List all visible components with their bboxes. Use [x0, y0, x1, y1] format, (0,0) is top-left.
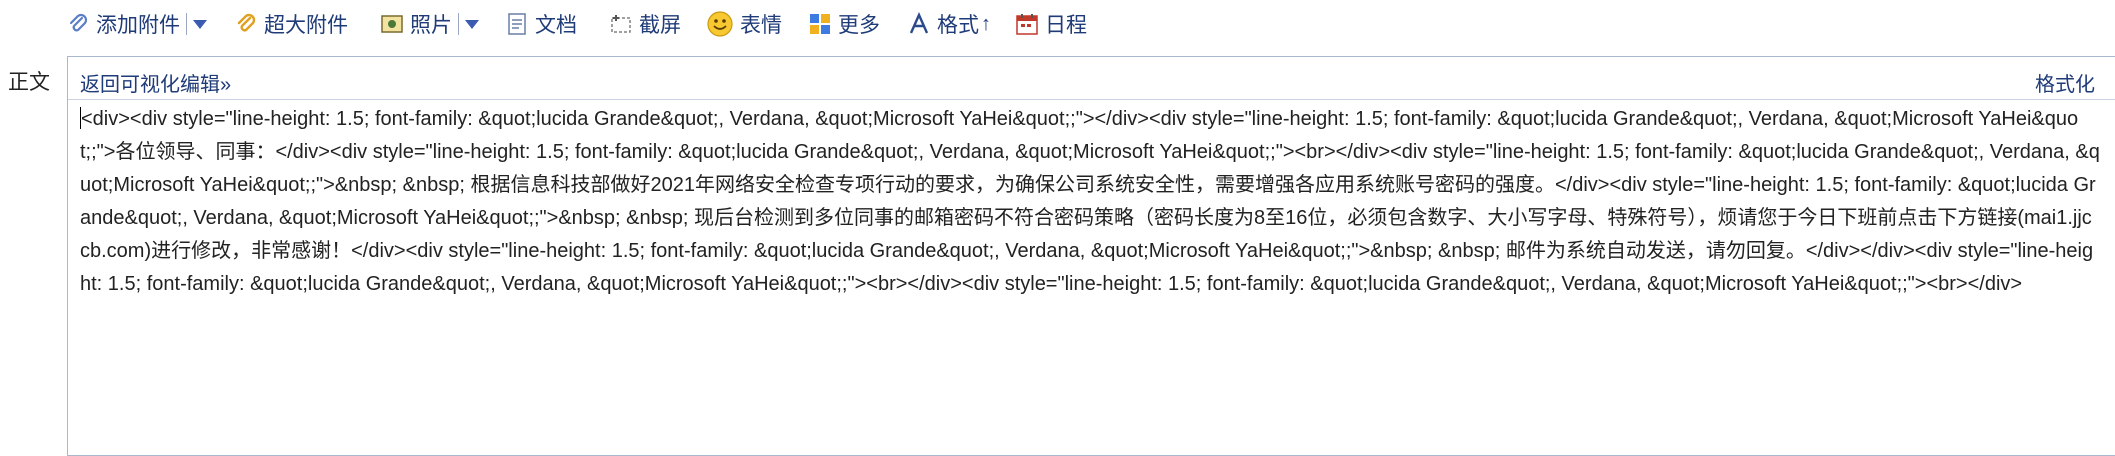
back-to-visual-link[interactable]: 返回可视化编辑» [80, 68, 231, 97]
html-source-textarea[interactable]: <div><div style="line-height: 1.5; font-… [80, 103, 2100, 301]
photo-label: 照片 [410, 14, 452, 37]
more-button[interactable]: 更多 [808, 6, 880, 42]
editor-header: 返回可视化编辑» 格式化 [68, 57, 2115, 100]
chevron-down-icon[interactable] [193, 19, 207, 29]
big-attach-button[interactable]: 超大附件 [234, 6, 348, 42]
attach-button[interactable]: 添加附件 [66, 6, 207, 42]
grid-icon [808, 12, 832, 36]
chevron-down-icon[interactable] [465, 19, 479, 29]
attach-label: 添加附件 [96, 14, 180, 37]
screenshot-label: 截屏 [639, 14, 681, 37]
html-source-content: <div><div style="line-height: 1.5; font-… [80, 108, 2100, 295]
format-label: 格式 [937, 14, 979, 37]
calendar-icon [1015, 12, 1039, 36]
more-label: 更多 [838, 14, 880, 37]
photo-button[interactable]: 照片 [380, 6, 479, 42]
emoji-label: 表情 [740, 14, 782, 37]
screenshot-button[interactable]: 截屏 [609, 6, 681, 42]
paperclip-icon [66, 12, 90, 36]
schedule-button[interactable]: 日程 [1015, 6, 1087, 42]
compose-toolbar: 添加附件 超大附件 照片 文档 截屏 表情 更多 格式 ↑ 日程 [0, 0, 2115, 48]
paperclip-icon [234, 12, 258, 36]
document-label: 文档 [535, 14, 577, 37]
body-label: 正文 [8, 71, 50, 94]
document-icon [505, 12, 529, 36]
scissors-icon [609, 12, 633, 36]
arrow-up-icon: ↑ [981, 12, 991, 35]
font-a-icon [907, 12, 931, 36]
format-code-link[interactable]: 格式化 [2035, 68, 2095, 97]
separator [458, 13, 459, 35]
source-editor[interactable]: 返回可视化编辑» 格式化 <div><div style="line-heigh… [67, 56, 2115, 456]
schedule-label: 日程 [1045, 14, 1087, 37]
separator [186, 13, 187, 35]
emoji-button[interactable]: 表情 [706, 6, 782, 42]
big-attach-label: 超大附件 [264, 14, 348, 37]
photo-icon [380, 12, 404, 36]
format-button[interactable]: 格式 ↑ [907, 6, 991, 42]
smiley-icon [706, 10, 734, 38]
document-button[interactable]: 文档 [505, 6, 577, 42]
